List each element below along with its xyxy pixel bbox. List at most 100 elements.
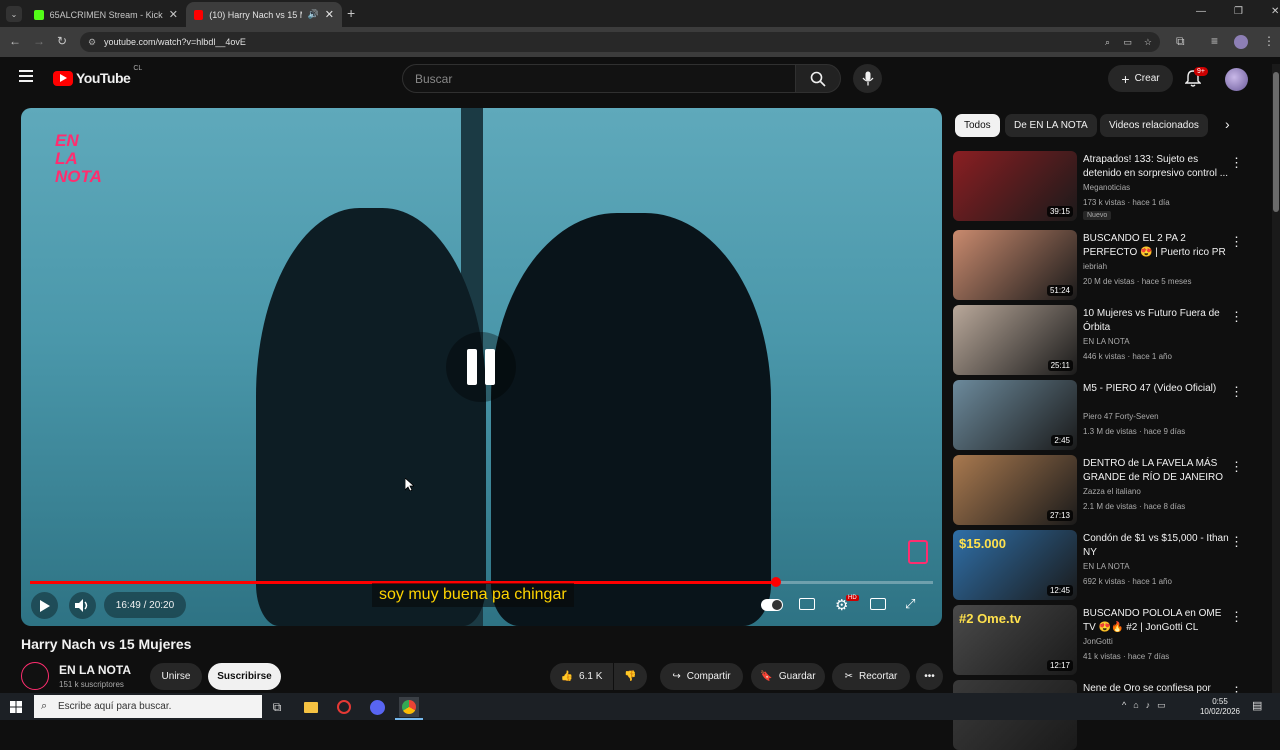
tab-list-dropdown[interactable]: ⌄ <box>6 6 22 22</box>
cast-icon[interactable]: ▭ <box>1123 37 1132 48</box>
channel-name[interactable]: EN LA NOTA <box>59 663 131 677</box>
clip-button[interactable]: ✂ Recortar <box>832 663 910 690</box>
restore-icon[interactable]: ❐ <box>1234 6 1243 17</box>
chips-next-icon[interactable]: › <box>1225 116 1230 132</box>
more-options-icon[interactable]: ⋮ <box>1230 234 1243 250</box>
channel-name[interactable]: iebriah <box>1083 262 1107 271</box>
dislike-button[interactable]: 👎 <box>614 663 647 690</box>
recommended-video[interactable]: 51:24 BUSCANDO EL 2 PA 2 PERFECTO 😍 | Pue… <box>953 230 1253 300</box>
like-button[interactable]: 👍 6.1 K <box>550 663 613 690</box>
video-title[interactable]: DENTRO de LA FAVELA MÁS GRANDE de RÍO DE… <box>1083 457 1233 485</box>
recommended-video[interactable]: 27:13 DENTRO de LA FAVELA MÁS GRANDE de R… <box>953 455 1253 525</box>
video-title[interactable]: M5 - PIERO 47 (Video Oficial) <box>1083 382 1233 396</box>
video-thumbnail[interactable]: 25:11 <box>953 305 1077 375</box>
channel-avatar[interactable] <box>21 662 49 690</box>
scrubber-handle[interactable] <box>770 577 781 587</box>
settings-icon[interactable]: ⚙ HD <box>835 595 859 614</box>
more-options-icon[interactable]: ⋮ <box>1230 155 1243 171</box>
save-button[interactable]: 🔖 Guardar <box>751 663 825 690</box>
video-thumbnail[interactable]: 39:15 <box>953 151 1077 221</box>
chip-videos-relacionados[interactable]: Videos relacionados <box>1100 114 1208 137</box>
hamburger-menu-icon[interactable] <box>19 70 33 82</box>
share-button[interactable]: ↪ Compartir <box>660 663 743 690</box>
channel-name[interactable]: Meganoticias <box>1083 183 1130 192</box>
chip-todos[interactable]: Todos <box>955 114 1000 137</box>
subscribe-button[interactable]: Suscribirse <box>208 663 281 690</box>
account-avatar[interactable] <box>1225 68 1248 91</box>
task-view-icon[interactable]: ⧉ <box>267 697 287 717</box>
reading-list-icon[interactable]: ≡ <box>1211 34 1218 48</box>
channel-name[interactable]: Zazza el italiano <box>1083 487 1141 496</box>
taskbar-clock[interactable]: 0:55 10/02/2026 <box>1198 697 1242 717</box>
search-button[interactable] <box>795 64 841 93</box>
bookmark-star-icon[interactable]: ☆ <box>1144 37 1152 48</box>
tray-chevron-icon[interactable]: ^ <box>1122 700 1126 711</box>
video-thumbnail[interactable]: 27:13 <box>953 455 1077 525</box>
new-tab-button[interactable]: + <box>347 5 355 21</box>
video-title[interactable]: 10 Mujeres vs Futuro Fuera de Órbita <box>1083 307 1233 335</box>
url-field[interactable]: ⚙ youtube.com/watch?v=hlbdl__4ovE ⌕ ▭ ☆ <box>80 32 1160 52</box>
back-icon[interactable]: ← <box>9 34 21 48</box>
video-thumbnail[interactable]: $15.000 12:45 <box>953 530 1077 600</box>
channel-name[interactable]: Piero 47 Forty-Seven <box>1083 412 1159 421</box>
volume-button[interactable] <box>69 592 96 619</box>
windows-start-icon[interactable] <box>6 697 26 717</box>
pause-overlay-icon[interactable] <box>446 332 516 402</box>
more-actions-button[interactable]: ••• <box>916 663 943 690</box>
autoplay-toggle[interactable] <box>761 599 783 611</box>
video-thumbnail[interactable]: 2:45 <box>953 380 1077 450</box>
scrollbar-thumb[interactable] <box>1273 72 1279 212</box>
zoom-icon[interactable]: ⌕ <box>1105 37 1110 48</box>
recommended-video[interactable]: 2:45 M5 - PIERO 47 (Video Oficial) Piero 4… <box>953 380 1253 450</box>
channel-name[interactable]: JonGotti <box>1083 637 1113 646</box>
video-thumbnail[interactable]: 51:24 <box>953 230 1077 300</box>
more-options-icon[interactable]: ⋮ <box>1230 384 1243 400</box>
file-explorer-icon[interactable] <box>301 697 321 717</box>
speaker-icon[interactable]: 🔊 <box>308 9 319 20</box>
more-options-icon[interactable]: ⋮ <box>1230 534 1243 550</box>
tab-kick[interactable]: 65ALCRIMEN Stream - Kick Das ✕ <box>26 2 186 27</box>
profile-avatar[interactable] <box>1234 35 1248 49</box>
volume-tray-icon[interactable]: ♪ <box>1146 700 1151 711</box>
channel-name[interactable]: EN LA NOTA <box>1083 562 1130 571</box>
more-options-icon[interactable]: ⋮ <box>1230 309 1243 325</box>
forward-icon[interactable]: → <box>33 34 45 48</box>
notifications-button[interactable]: 9+ <box>1184 67 1208 92</box>
network-icon[interactable]: ⌂ <box>1133 700 1138 711</box>
play-button[interactable] <box>31 592 58 619</box>
voice-search-button[interactable] <box>853 64 882 93</box>
subtitles-icon[interactable] <box>799 598 815 610</box>
video-thumbnail[interactable]: #2 Ome.tv 12:17 <box>953 605 1077 675</box>
app-icon[interactable] <box>334 697 354 717</box>
video-title[interactable]: BUSCANDO POLOLA en OME TV 😍🔥 #2 | JonGot… <box>1083 607 1233 635</box>
join-button[interactable]: Unirse <box>150 663 202 690</box>
create-button[interactable]: + Crear <box>1108 65 1173 92</box>
youtube-logo[interactable]: YouTube CL <box>53 65 142 86</box>
battery-icon[interactable]: ▭ <box>1157 700 1166 711</box>
discord-icon[interactable] <box>367 697 387 717</box>
taskbar-search-input[interactable]: ⌕ Escribe aquí para buscar. <box>34 695 262 718</box>
close-window-icon[interactable]: ✕ <box>1271 6 1279 17</box>
tab-youtube[interactable]: (10) Harry Nach vs 15 Muje 🔊 ✕ <box>186 2 342 27</box>
channel-name[interactable]: EN LA NOTA <box>1083 337 1130 346</box>
close-tab-icon[interactable]: ✕ <box>169 8 178 21</box>
video-title[interactable]: Condón de $1 vs $15,000 - Ithan NY <box>1083 532 1233 560</box>
more-options-icon[interactable]: ⋮ <box>1230 459 1243 475</box>
extensions-icon[interactable]: ⧉ <box>1176 34 1185 49</box>
recommended-video[interactable]: 39:15 Atrapados! 133: Sujeto es detenido … <box>953 151 1253 221</box>
recommended-video[interactable]: 25:11 10 Mujeres vs Futuro Fuera de Órbit… <box>953 305 1253 375</box>
video-title[interactable]: BUSCANDO EL 2 PA 2 PERFECTO 😍 | Puerto r… <box>1083 232 1233 260</box>
scrollbar[interactable] <box>1272 64 1280 693</box>
more-options-icon[interactable]: ⋮ <box>1230 609 1243 625</box>
chrome-icon[interactable] <box>399 697 419 717</box>
fullscreen-icon[interactable]: ⤢ <box>905 596 915 612</box>
site-info-icon[interactable]: ⚙ <box>88 37 96 48</box>
search-input[interactable]: Buscar <box>402 64 796 93</box>
chip-de-en-la-nota[interactable]: De EN LA NOTA <box>1005 114 1097 137</box>
browser-menu-icon[interactable]: ⋮ <box>1263 34 1275 48</box>
miniplayer-icon[interactable] <box>870 598 886 610</box>
recommended-video[interactable]: $15.000 12:45 Condón de $1 vs $15,000 - It… <box>953 530 1253 600</box>
close-tab-icon[interactable]: ✕ <box>325 8 334 21</box>
video-title[interactable]: Atrapados! 133: Sujeto es detenido en so… <box>1083 153 1233 181</box>
reload-icon[interactable]: ↻ <box>57 34 67 48</box>
